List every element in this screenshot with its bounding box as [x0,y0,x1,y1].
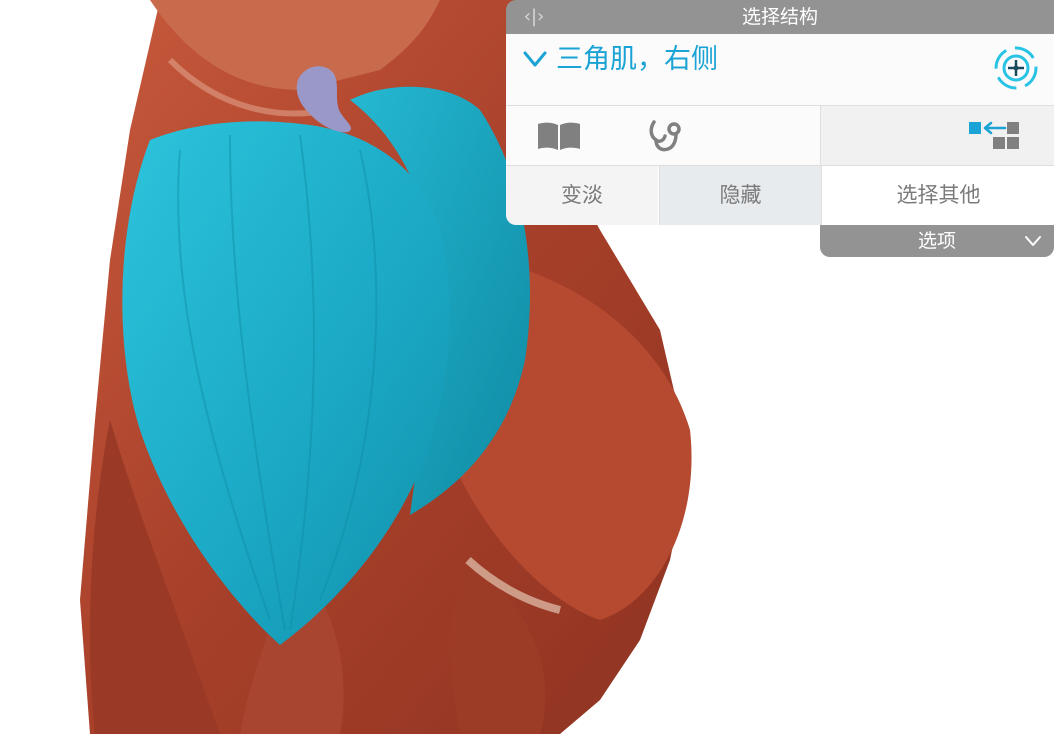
tools-right [820,106,1054,165]
panel-header: ‹|› 选择结构 [506,0,1054,34]
chevron-down-icon[interactable] [522,46,548,72]
options-dropdown-tab[interactable]: 选项 [820,225,1054,257]
panel-title: 选择结构 [741,6,818,28]
hide-button[interactable]: 隐藏 [659,166,821,225]
fade-button[interactable]: 变淡 [506,166,658,225]
isolate-icon[interactable] [965,118,1027,152]
selected-structure-name: 三角肌，右侧 [556,44,718,75]
actions-row: 变淡 隐藏 选择其他 [506,166,1054,225]
app-stage: ‹|› 选择结构 三角肌，右侧 变淡 隐藏 选择其他 选项 [0,0,1054,734]
select-structure-panel: ‹|› 选择结构 三角肌，右侧 变淡 隐藏 选择其他 选项 [506,0,1054,258]
selected-structure-row[interactable]: 三角肌，右侧 [506,34,1054,106]
options-label: 选项 [917,230,956,252]
target-icon[interactable] [992,44,1040,92]
tools-row [506,106,1054,166]
book-icon[interactable] [536,120,582,152]
chevron-down-icon[interactable] [1024,234,1042,248]
select-other-button[interactable]: 选择其他 [821,166,1054,225]
stethoscope-icon[interactable] [644,118,682,154]
tools-left [506,106,820,165]
